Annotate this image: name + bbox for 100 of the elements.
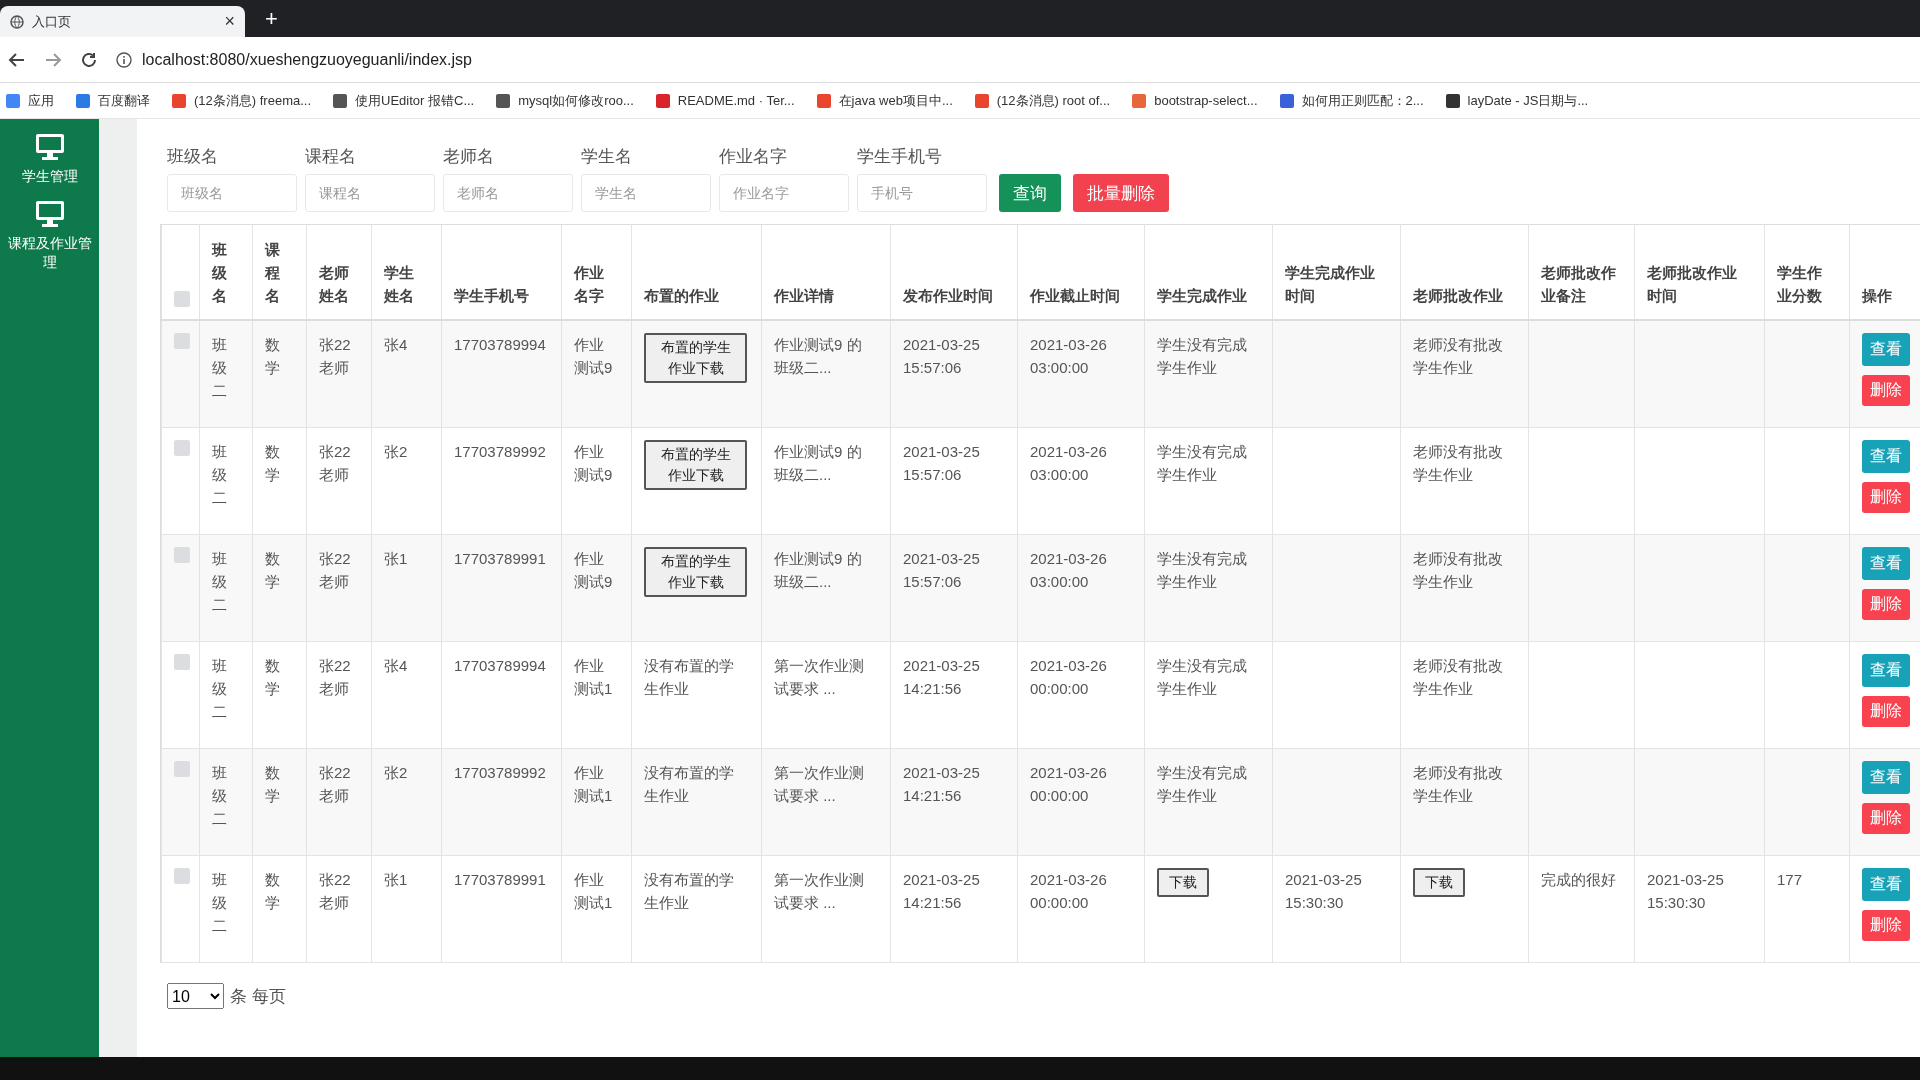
table-cell: 17703789992 [454, 764, 546, 781]
table-cell: 张22老师 [319, 871, 351, 911]
table-cell: 数学 [265, 336, 280, 376]
forward-icon[interactable] [44, 50, 62, 69]
batch-delete-button[interactable]: 批量删除 [1073, 174, 1169, 212]
filter-label: 老师名 [443, 146, 495, 168]
column-header: 作业截止时间 [1030, 287, 1120, 304]
column-header: 操作 [1862, 287, 1892, 304]
filter-label: 作业名字 [719, 146, 788, 168]
checkbox[interactable] [174, 547, 190, 563]
bookmark-link[interactable]: 如何用正则匹配：2... [1301, 91, 1424, 110]
filter-label: 学生名 [581, 146, 633, 168]
delete-button[interactable]: 删除 [1862, 589, 1910, 620]
download-button[interactable]: 布置的学生作业下载 [644, 333, 747, 383]
table-cell: 作业测试9 [574, 550, 613, 590]
table-cell: 2021-03-26 03:00:00 [1030, 443, 1107, 483]
table-cell: 张4 [384, 336, 408, 353]
column-header: 课程名 [265, 241, 280, 304]
checkbox[interactable] [174, 654, 190, 670]
column-header: 作业详情 [774, 287, 834, 304]
table-cell: 数学 [265, 871, 280, 911]
table-cell: 老师没有批改学生作业 [1413, 443, 1503, 483]
checkbox[interactable] [174, 291, 190, 307]
column-header: 老师姓名 [319, 264, 349, 304]
table-cell: 第一次作业测试要求 ... [774, 657, 864, 697]
download-button[interactable]: 布置的学生作业下载 [644, 440, 747, 490]
table-cell: 17703789991 [454, 550, 546, 567]
bookmark-link[interactable]: bootstrap-select... [1154, 93, 1258, 108]
filter-field[interactable]: 课程名 [305, 174, 435, 212]
table-cell: 老师没有批改学生作业 [1413, 336, 1503, 376]
delete-button[interactable]: 删除 [1862, 803, 1910, 834]
column-header: 学生作业分数 [1777, 264, 1822, 304]
checkbox[interactable] [174, 868, 190, 884]
delete-button[interactable]: 删除 [1862, 482, 1910, 513]
monitor-icon [34, 200, 65, 228]
bookmark-link[interactable]: layDate - JS日期与... [1467, 91, 1589, 110]
sidebar-item[interactable]: 课程及作业管理 [4, 234, 95, 272]
download-button[interactable]: 布置的学生作业下载 [644, 547, 747, 597]
table-cell: 作业测试9 的班级二... [774, 443, 862, 483]
column-header: 学生完成作业 [1157, 287, 1247, 304]
table-cell: 2021-03-26 00:00:00 [1030, 764, 1107, 804]
filter-field[interactable]: 班级名 [167, 174, 297, 212]
filter-label: 学生手机号 [857, 146, 943, 168]
table-cell: 老师没有批改学生作业 [1413, 657, 1503, 697]
table-cell: 没有布置的学生作业 [644, 657, 734, 697]
delete-button[interactable]: 删除 [1862, 910, 1910, 941]
table-cell: 没有布置的学生作业 [644, 871, 734, 911]
bookmark-link[interactable]: 百度翻译 [98, 91, 150, 110]
filter-field[interactable]: 老师名 [443, 174, 573, 212]
close-tab-button[interactable]: × [224, 11, 235, 32]
sidebar-item[interactable]: 学生管理 [21, 167, 78, 186]
table-cell: 张1 [384, 871, 408, 888]
column-header: 作业名字 [574, 264, 604, 304]
table-cell: 老师没有批改学生作业 [1413, 550, 1503, 590]
table-cell: 作业测试9 [574, 443, 613, 483]
filter-field[interactable]: 作业名字 [719, 174, 849, 212]
download-button[interactable]: 下载 [1157, 868, 1209, 897]
column-header: 发布作业时间 [903, 287, 993, 304]
reload-icon[interactable] [80, 50, 98, 69]
table-cell: 没有布置的学生作业 [644, 764, 734, 804]
table-cell: 2021-03-26 03:00:00 [1030, 550, 1107, 590]
back-icon[interactable] [8, 50, 26, 69]
table-cell: 张2 [384, 443, 408, 460]
new-tab-button[interactable]: + [259, 5, 284, 33]
table-cell: 第一次作业测试要求 ... [774, 764, 864, 804]
checkbox[interactable] [174, 333, 190, 349]
table-cell: 老师没有批改学生作业 [1413, 764, 1503, 804]
table-cell: 数学 [265, 443, 280, 483]
table-cell: 17703789992 [454, 443, 546, 460]
search-button[interactable]: 查询 [999, 174, 1061, 212]
filter-field[interactable]: 学生名 [581, 174, 711, 212]
page-size-select[interactable]: 10 [167, 983, 224, 1009]
page-size-label: 条 每页 [230, 985, 286, 1008]
url-text[interactable]: localhost:8080/xueshengzuoyeguanli/index.jsp [142, 50, 472, 69]
table-cell: 班级二 [212, 336, 227, 399]
table-cell: 张22老师 [319, 550, 351, 590]
table-cell: 学生没有完成学生作业 [1157, 657, 1247, 697]
bookmark-link[interactable]: 应用 [28, 91, 54, 110]
bookmark-link[interactable]: mysql如何修改roo... [518, 91, 634, 110]
table-cell: 2021-03-26 00:00:00 [1030, 657, 1107, 697]
table-cell: 学生没有完成学生作业 [1157, 443, 1247, 483]
download-button[interactable]: 下载 [1413, 868, 1465, 897]
column-header: 班级名 [212, 241, 227, 304]
monitor-icon [34, 133, 65, 161]
table-cell: 数学 [265, 657, 280, 697]
info-icon[interactable] [116, 51, 132, 68]
bookmark-link[interactable]: 在java web项目中... [838, 91, 953, 110]
bookmark-link[interactable]: README.md · Ter... [677, 93, 795, 108]
bookmark-link[interactable]: (12条消息) freema... [194, 91, 312, 110]
bookmark-link[interactable]: 使用UEditor 报错C... [355, 91, 475, 110]
checkbox[interactable] [174, 761, 190, 777]
table-cell: 张22老师 [319, 764, 351, 804]
column-header: 学生手机号 [454, 287, 529, 304]
checkbox[interactable] [174, 440, 190, 456]
delete-button[interactable]: 删除 [1862, 696, 1910, 727]
bookmark-link[interactable]: (12条消息) root of... [996, 91, 1111, 110]
table-cell: 学生没有完成学生作业 [1157, 336, 1247, 376]
delete-button[interactable]: 删除 [1862, 375, 1910, 406]
filter-field[interactable]: 手机号 [857, 174, 987, 212]
browser-tab[interactable]: 入口页 × [0, 6, 245, 37]
